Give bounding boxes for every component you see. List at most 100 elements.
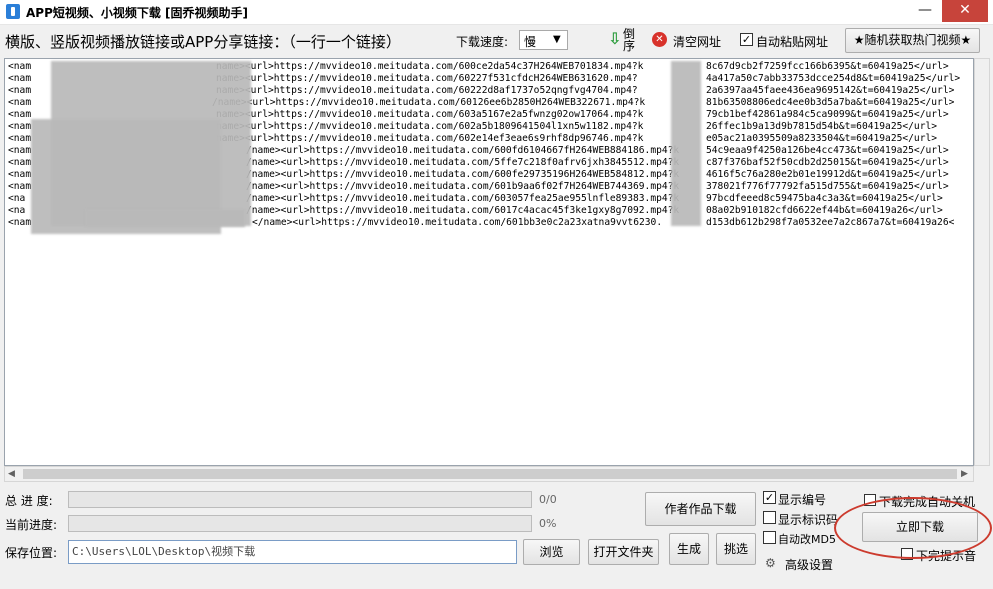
total-progress-label: 总 进 度: xyxy=(5,494,53,508)
link-tail: 79cb1bef42861a984c5ca9099&t=60419a25</ur… xyxy=(706,109,949,120)
privacy-mosaic xyxy=(85,209,245,227)
link-line: <nam/name><url>https://mvvideo10.meituda… xyxy=(8,169,949,180)
show-id-check xyxy=(763,511,776,524)
link-line: <nam name><url>https://mvvideo10.meitudat… xyxy=(8,85,954,96)
clear-icon: ✕ xyxy=(652,32,667,47)
pick-button[interactable]: 挑选 xyxy=(716,533,756,565)
vertical-scrollbar[interactable] xyxy=(974,58,990,466)
advanced-settings-label: 高级设置 xyxy=(785,558,834,572)
link-prefix: <na xyxy=(8,193,26,204)
arrow-down-icon: ⇩ xyxy=(608,29,622,48)
link-tail: e05ac21a0395509a8233504&t=60419a25</url> xyxy=(706,133,938,144)
show-number-checkbox[interactable]: ✓ 显示编号 xyxy=(763,491,833,507)
link-line: <nam/name><url>https://mvvideo10.meituda… xyxy=(8,145,949,156)
total-progress-text: 0/0 xyxy=(539,493,557,506)
auto-md5-check xyxy=(763,531,776,544)
link-prefix: <nam xyxy=(8,97,32,108)
speed-select[interactable]: 慢 ▼ xyxy=(519,30,568,50)
current-progress-label: 当前进度: xyxy=(5,518,58,532)
scrollbar-thumb[interactable] xyxy=(23,469,957,479)
link-url: </name><url>https://mvvideo10.meitudata.… xyxy=(252,217,663,228)
horizontal-scrollbar[interactable]: ◀ ▶ xyxy=(4,466,974,482)
link-line: <nam/name><url>https://mvvideo10.meituda… xyxy=(8,181,949,192)
clear-urls-label: 清空网址 xyxy=(673,35,722,49)
link-prefix: <nam xyxy=(8,217,32,228)
link-url: name><url>https://mvvideo10.meitudata.co… xyxy=(216,109,644,120)
gear-icon: ⚙ xyxy=(765,556,776,570)
total-progress-bar xyxy=(68,491,532,508)
auto-md5-checkbox[interactable]: 自动改MD5 xyxy=(763,531,836,547)
link-url: name><url>https://mvvideo10.meitudata.co… xyxy=(216,133,644,144)
reverse-label: 倒序 xyxy=(623,27,636,53)
clear-urls-button[interactable]: ✕ 清空网址 xyxy=(652,32,724,50)
link-prefix: <nam xyxy=(8,73,32,84)
speed-label: 下载速度: xyxy=(456,35,509,49)
link-prefix: <na xyxy=(8,205,26,216)
privacy-mosaic xyxy=(671,61,701,226)
generate-button[interactable]: 生成 xyxy=(669,533,709,565)
link-prefix: <nam xyxy=(8,133,32,144)
show-number-label: 显示编号 xyxy=(778,493,827,507)
current-progress-bar xyxy=(68,515,532,532)
link-tail: 4616f5c76a280e2b01e19912d&t=60419a25</ur… xyxy=(706,169,949,180)
link-line: <nam/name><url>https://mvvideo10.meituda… xyxy=(8,97,954,108)
minimize-button[interactable]: — xyxy=(910,0,940,22)
link-url: /name><url>https://mvvideo10.meitudata.c… xyxy=(246,205,680,216)
link-url: /name><url>https://mvvideo10.meitudata.c… xyxy=(212,97,646,108)
link-prefix: <nam xyxy=(8,121,32,132)
link-url: /name><url>https://mvvideo10.meitudata.c… xyxy=(246,181,680,192)
link-prompt-label: 横版、竖版视频播放链接或APP分享链接：（一行一个链接） xyxy=(5,33,401,51)
random-hot-videos-button[interactable]: ★随机获取热门视频★ xyxy=(845,28,980,53)
link-tail: d153db612b298f7a0532ee7a2c867a7&t=60419a… xyxy=(706,217,955,228)
save-location-label: 保存位置: xyxy=(5,546,58,560)
link-prefix: <nam xyxy=(8,157,32,168)
link-tail: 4a417a50c7abb33753dcce254d8&t=60419a25</… xyxy=(706,73,961,84)
link-line: <na/name><url>https://mvvideo10.meitudat… xyxy=(8,205,943,216)
scroll-right-icon[interactable]: ▶ xyxy=(961,467,968,481)
link-line: <nam name><url>https://mvvideo10.meitudat… xyxy=(8,61,949,72)
link-line: <na/name><url>https://mvvideo10.meitudat… xyxy=(8,193,943,204)
advanced-settings-button[interactable]: ⚙ 高级设置 xyxy=(765,555,839,573)
link-prefix: <nam xyxy=(8,85,32,96)
auto-paste-check: ✓ xyxy=(740,33,753,46)
link-line: <nam </name><url>https://mvvideo10.meitud… xyxy=(8,217,954,228)
highlight-annotation xyxy=(834,497,992,559)
chevron-down-icon: ▼ xyxy=(553,34,561,45)
close-button[interactable]: ✕ xyxy=(942,0,988,22)
link-line: <nam name><url>https://mvvideo10.meitudat… xyxy=(8,109,949,120)
save-path-input[interactable]: C:\Users\LOL\Desktop\视频下载 xyxy=(68,540,517,564)
auto-paste-label: 自动粘贴网址 xyxy=(756,35,829,49)
link-prefix: <nam xyxy=(8,61,32,72)
link-prefix: <nam xyxy=(8,145,32,156)
link-tail: 97bcdfeeed8c59475ba4c3a3&t=60419a25</url… xyxy=(706,193,943,204)
app-icon xyxy=(6,4,20,19)
link-tail: 26ffec1b9a13d9b7815d54b&t=60419a25</url> xyxy=(706,121,938,132)
current-progress-text: 0% xyxy=(539,517,557,530)
link-url: name><url>https://mvvideo10.meitudata.co… xyxy=(216,73,638,84)
link-url: name><url>https://mvvideo10.meitudata.co… xyxy=(216,121,644,132)
link-tail: 2a6397aa45faee436ea9695142&t=60419a25</u… xyxy=(706,85,955,96)
link-url: /name><url>https://mvvideo10.meitudata.c… xyxy=(246,157,680,168)
scroll-left-icon[interactable]: ◀ xyxy=(8,467,15,481)
link-textarea[interactable]: <nam name><url>https://mvvideo10.meitudat… xyxy=(4,58,974,466)
link-url: /name><url>https://mvvideo10.meitudata.c… xyxy=(246,169,680,180)
author-works-download-button[interactable]: 作者作品下载 xyxy=(645,492,756,526)
link-tail: 81b63508806edc4ee0b3d5a7ba&t=60419a25</u… xyxy=(706,97,955,108)
link-prefix: <nam xyxy=(8,109,32,120)
link-prefix: <nam xyxy=(8,181,32,192)
link-line: <nam/name><url>https://mvvideo10.meituda… xyxy=(8,157,949,168)
reverse-button[interactable]: ⇩ 倒序 xyxy=(606,28,638,54)
link-tail: 8c67d9cb2f7259fcc166b6395&t=60419a25</ur… xyxy=(706,61,949,72)
open-folder-button[interactable]: 打开文件夹 xyxy=(588,539,659,565)
show-number-check: ✓ xyxy=(763,491,776,504)
auto-md5-label: 自动改MD5 xyxy=(778,533,836,546)
link-line: <nam name><url>https://mvvideo10.meitudat… xyxy=(8,121,937,132)
auto-paste-checkbox[interactable]: ✓ 自动粘贴网址 xyxy=(740,33,832,49)
show-id-checkbox[interactable]: 显示标识码 xyxy=(763,511,841,527)
speed-value: 慢 xyxy=(524,35,537,49)
window-title: APP短视频、小视频下载 [固乔视频助手] xyxy=(26,6,249,20)
link-url: /name><url>https://mvvideo10.meitudata.c… xyxy=(246,145,680,156)
browse-button[interactable]: 浏览 xyxy=(523,539,580,565)
link-line: <nam name><url>https://mvvideo10.meitudat… xyxy=(8,73,960,84)
link-tail: 378021f776f77792fa515d755&t=60419a25</ur… xyxy=(706,181,949,192)
